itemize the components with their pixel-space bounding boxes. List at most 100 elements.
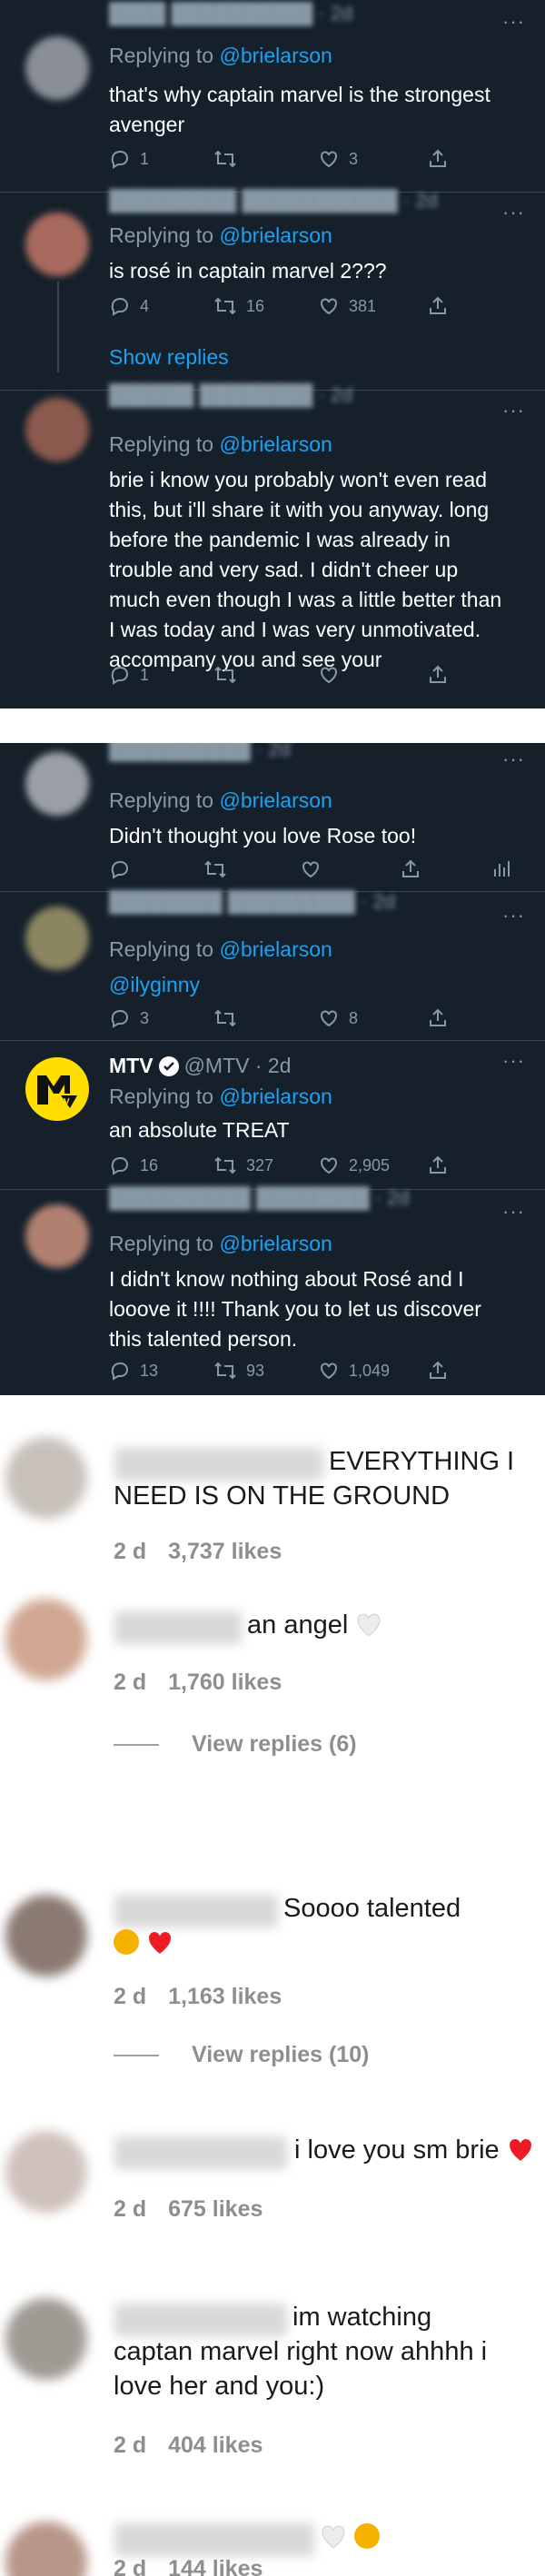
more-icon[interactable]: ··· [502,203,525,223]
mention-link[interactable]: @brielarson [219,1085,332,1108]
more-icon[interactable]: ··· [502,12,525,32]
retweet-button[interactable]: 16 [213,292,264,320]
comment-text: i love you sm brie [294,2133,534,2167]
retweet-button[interactable]: 93 [213,1357,264,1384]
mtv-avatar[interactable]: V [25,1057,89,1121]
share-button[interactable] [427,661,449,689]
tweet-text-line: brie i know you probably won't even read [109,468,488,491]
username-blurred[interactable] [114,1895,278,1927]
mention-link[interactable]: @brielarson [219,44,332,67]
share-button[interactable] [427,145,449,173]
avatar[interactable] [25,398,89,461]
avatar[interactable] [25,1204,89,1268]
view-replies-button[interactable]: View replies (10) [114,2042,369,2068]
more-icon[interactable]: ··· [502,401,525,421]
retweet-button[interactable] [203,856,227,883]
like-button[interactable]: 2,905 [318,1152,390,1179]
replying-label: Replying to [109,1085,220,1108]
comment-likes[interactable]: 675 likes [168,2196,263,2223]
avatar[interactable] [5,2131,87,2213]
like-button[interactable]: 381 [318,292,376,320]
reply-button[interactable] [109,856,131,883]
share-button[interactable] [427,1005,449,1032]
reply-button[interactable]: 4 [109,292,149,320]
view-replies-label: View replies (10) [192,2042,370,2067]
share-icon [430,1361,446,1379]
reply-count: 1 [140,665,150,684]
like-button[interactable]: 3 [318,145,358,173]
reply-button[interactable]: 3 [109,1005,149,1032]
retweet-button[interactable] [213,145,246,173]
mention-link[interactable]: @brielarson [219,788,332,812]
username-blurred[interactable] [114,2304,287,2336]
comment-likes[interactable]: 1,163 likes [168,1984,282,2010]
like-button[interactable]: 8 [318,1005,358,1032]
replying-to: Replying to @brielarson [109,223,332,248]
tweet[interactable]: ██████████ · 2d ··· Replying to @brielar… [0,743,545,892]
tweet[interactable]: ████ ██████████ · 2d ··· Replying to @br… [0,0,545,193]
avatar[interactable] [5,2298,87,2380]
tweet[interactable]: ██████ ████████ · 2d ··· Replying to @br… [0,383,545,708]
like-button[interactable] [300,856,322,883]
more-icon[interactable]: ··· [502,749,525,769]
reply-button[interactable]: 13 [109,1357,158,1384]
comment-text: Soooo talented [283,1891,461,1926]
retweet-button[interactable]: 327 [213,1152,273,1179]
avatar[interactable] [5,2522,87,2576]
mention-link[interactable]: @ilyginny [109,973,200,996]
tweet[interactable]: V MTV @MTV · 2d ··· Replying to @brielar… [0,1041,545,1190]
avatar[interactable] [25,36,89,100]
show-replies-link[interactable]: Show replies [109,345,229,370]
comment: i love you sm brie 2 d 675 likes [0,2067,545,2267]
mention-link[interactable]: @brielarson [219,223,332,247]
analytics-button[interactable] [490,856,512,883]
tweet[interactable]: █████████ ███████████ · 2d ··· Replying … [0,189,545,391]
avatar[interactable] [5,1895,87,1977]
comment-likes[interactable]: 144 likes [168,2556,263,2576]
share-button[interactable] [427,1357,449,1384]
share-button[interactable] [427,292,449,320]
comment-text-line: Soooo talented [283,1894,461,1923]
more-icon[interactable]: ··· [502,1051,525,1071]
reply-button[interactable]: 1 [109,661,149,689]
reply-button[interactable]: 1 [109,145,149,173]
avatar[interactable] [25,907,89,970]
retweet-button[interactable] [213,1005,237,1032]
mention-link[interactable]: @brielarson [219,1232,332,1255]
avatar[interactable] [25,752,89,816]
avatar[interactable] [5,1599,87,1680]
avatar[interactable] [25,213,89,276]
username-blurred[interactable] [114,1611,242,1644]
more-icon[interactable]: ··· [502,1202,525,1222]
share-button[interactable] [400,856,421,883]
comment-text-line: im watching [292,2303,432,2332]
like-count: 2,905 [349,1155,391,1174]
tweet-text-line: trouble and very sad. I didn't cheer up [109,558,459,581]
like-button[interactable]: 1,049 [318,1357,390,1384]
comment-text-line: EVERYTHING I [329,1447,515,1476]
author-name-blurred: ████████ █████████ · 2d [109,890,396,913]
tweet-actions: 3 8 [109,1005,463,1032]
comment-likes[interactable]: 3,737 likes [168,1539,282,1565]
svg-text:V: V [64,1097,70,1107]
comment-text: an angel [247,1608,382,1642]
retweet-button[interactable] [213,661,237,689]
reply-button[interactable]: 16 [109,1152,158,1179]
comment-likes[interactable]: 1,760 likes [168,1669,282,1696]
mention-link[interactable]: @brielarson [219,937,332,961]
share-button[interactable] [427,1152,449,1179]
view-replies-button[interactable]: View replies (6) [114,1731,357,1758]
more-icon[interactable]: ··· [502,906,525,926]
like-button[interactable] [318,661,340,689]
tweet[interactable]: ██████████ ████████ · 2d ··· Replying to… [0,1186,545,1395]
username-blurred[interactable] [114,1448,323,1481]
replying-to: Replying to @brielarson [109,44,332,68]
tweet-text-line: before the pandemic I was already in [109,528,451,551]
mention-link[interactable]: @brielarson [219,432,332,456]
username-blurred[interactable] [114,2523,314,2556]
comment-likes[interactable]: 404 likes [168,2432,263,2459]
avatar[interactable] [5,1437,87,1519]
username-blurred[interactable] [114,2136,287,2169]
author-name[interactable]: MTV [109,1054,154,1078]
tweet[interactable]: ████████ █████████ · 2d ··· Replying to … [0,890,545,1041]
